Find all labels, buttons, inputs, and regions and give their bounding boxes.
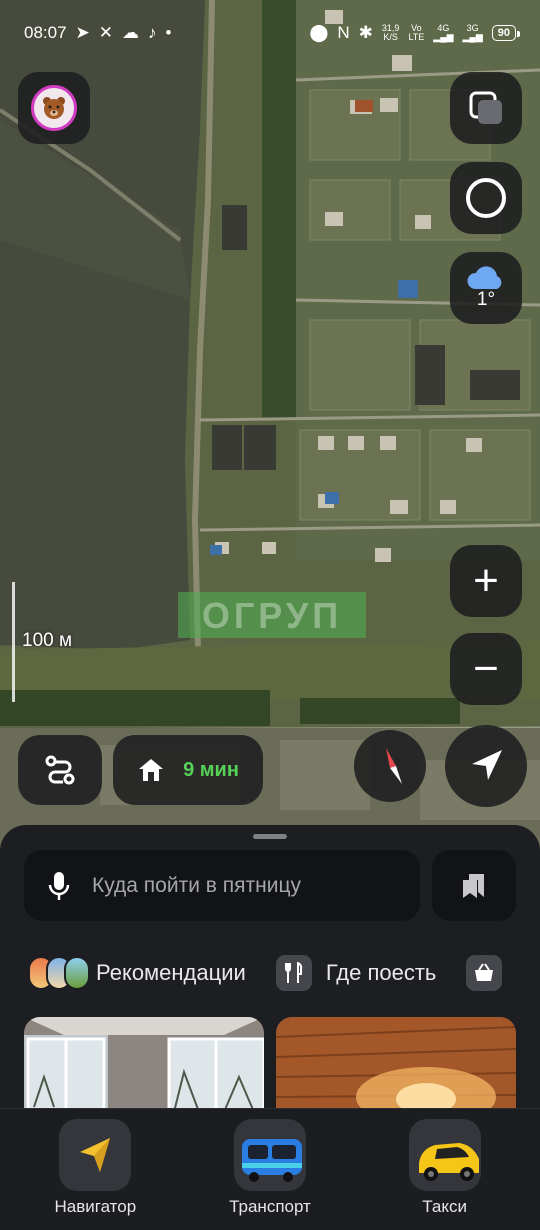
tiktok-icon: ♪	[148, 23, 157, 42]
weather-button[interactable]: 1°	[450, 252, 522, 324]
taxi-car-icon	[408, 1119, 481, 1191]
sim2-type: 3G	[466, 23, 479, 33]
map-scale-bar	[12, 582, 15, 702]
route-icon	[45, 755, 75, 785]
bookmarks-button[interactable]	[432, 850, 516, 921]
cloud-notification-icon: ☁	[122, 23, 140, 42]
sim2-signal: 3G ▂▄▆	[462, 23, 483, 42]
recommendation-cards	[24, 1017, 516, 1115]
weather-temperature: 1°	[476, 289, 496, 310]
more-notifications-dot-icon: •	[165, 23, 172, 42]
tab-transport-label: Транспорт	[229, 1197, 311, 1216]
route-home-button[interactable]: 9 мин	[113, 735, 263, 805]
zoom-in-button[interactable]: +	[450, 545, 522, 617]
volte-indicator: Vo LTE	[408, 24, 424, 42]
app-notification-icon: ✕	[98, 23, 114, 42]
route-button[interactable]	[18, 735, 102, 805]
clock: 08:07	[24, 23, 67, 42]
chip-food-label: Где поесть	[325, 960, 437, 985]
tab-navigator-label: Навигатор	[54, 1197, 137, 1216]
plus-icon: +	[473, 556, 499, 605]
chip-food[interactable]: Где поесть	[275, 955, 437, 991]
tab-taxi[interactable]: Такси	[360, 1109, 530, 1230]
home-icon	[139, 759, 164, 781]
card-sauna[interactable]	[276, 1017, 516, 1115]
card-sauna-image	[276, 1017, 516, 1115]
fork-knife-icon	[275, 955, 312, 991]
alice-assistant-button[interactable]	[450, 162, 522, 234]
net-speed: 31,9 K/S	[382, 24, 400, 42]
chip-shopping[interactable]	[466, 955, 503, 991]
avatar	[31, 85, 77, 131]
card-interior[interactable]	[24, 1017, 264, 1115]
status-bar: 08:07 ➤ ✕ ☁ ♪ • ⬤ N ✱ 31,9 K/S Vo LTE 4G…	[0, 0, 540, 66]
chip-recommendations[interactable]: Рекомендации	[28, 956, 246, 990]
category-chips: Рекомендации Где поесть	[28, 953, 532, 993]
telegram-icon: ➤	[75, 23, 90, 42]
search-input[interactable]: Куда пойти в пятницу	[24, 850, 420, 921]
card-interior-image	[24, 1017, 264, 1115]
navigator-arrow-icon	[59, 1119, 132, 1191]
map-scale-label: 100 м	[22, 630, 73, 651]
sheet-grabber[interactable]	[253, 834, 287, 839]
volte-bottom: LTE	[408, 32, 425, 42]
alice-ring-icon	[466, 178, 506, 218]
compass-button[interactable]	[354, 730, 426, 802]
tab-taxi-label: Такси	[422, 1197, 467, 1216]
chip-recommendations-label: Рекомендации	[96, 960, 246, 985]
recommendations-icon	[28, 956, 90, 990]
sim1-signal: 4G ▂▄▆	[433, 23, 454, 42]
map-layers-button[interactable]	[450, 72, 522, 144]
bookmarks-icon	[463, 873, 484, 898]
search-placeholder: Куда пойти в пятницу	[92, 873, 301, 897]
tab-navigator[interactable]: Навигатор	[10, 1109, 180, 1230]
map-watermark: ОГРУП	[202, 595, 342, 636]
bus-icon	[233, 1119, 306, 1191]
compass-icon	[386, 748, 402, 784]
nfc-icon: N	[337, 23, 350, 42]
location-arrow-icon	[472, 750, 502, 780]
bottom-tab-bar: Навигатор Транспорт Такси	[0, 1108, 540, 1230]
bear-avatar-icon	[43, 97, 65, 119]
microphone-icon[interactable]	[48, 871, 70, 901]
location-icon: ⬤	[309, 23, 329, 42]
profile-button[interactable]	[18, 72, 90, 144]
bottom-sheet[interactable]: Куда пойти в пятницу Рекомендации Где по	[0, 825, 540, 1115]
zoom-out-button[interactable]: −	[450, 633, 522, 705]
cloud-icon	[467, 266, 502, 289]
net-speed-unit: K/S	[383, 32, 398, 42]
layers-icon	[469, 91, 502, 124]
bluetooth-icon: ✱	[358, 23, 373, 42]
minus-icon: −	[473, 644, 499, 693]
home-eta: 9 мин	[183, 758, 239, 781]
sim1-type: 4G	[437, 23, 450, 33]
basket-icon	[466, 955, 503, 991]
tab-transport[interactable]: Транспорт	[185, 1109, 355, 1230]
battery-indicator: 90	[491, 25, 521, 41]
my-location-button[interactable]	[445, 725, 527, 807]
